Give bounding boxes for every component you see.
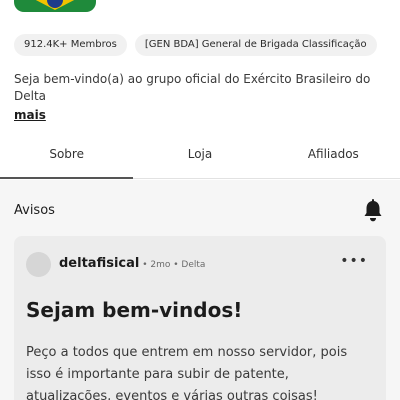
tab-sobre[interactable]: Sobre <box>0 138 134 179</box>
more-options-icon[interactable]: ••• <box>340 253 368 269</box>
announcement-card[interactable]: deltafisical • 2mo • Delta ••• Sejam bem… <box>14 236 386 400</box>
members-chip[interactable]: 912.4K+ Membros <box>14 34 127 56</box>
post-body: Peço a todos que entrem em nosso servido… <box>26 345 348 400</box>
tab-bar: Sobre Loja Afiliados <box>0 138 400 179</box>
avatar[interactable] <box>26 252 51 277</box>
rank-chip[interactable]: [GEN BDA] General de Brigada Classificaç… <box>134 34 377 56</box>
more-link[interactable]: mais <box>14 108 46 122</box>
group-avatar <box>14 0 96 12</box>
announcements-title: Avisos <box>14 203 55 218</box>
bell-icon[interactable] <box>362 199 384 223</box>
post-author-line: deltafisical • 2mo • Delta <box>59 256 205 271</box>
tab-loja[interactable]: Loja <box>133 138 266 178</box>
post-title: Sejam bem-vindos! <box>26 298 243 322</box>
author-name[interactable]: deltafisical <box>59 256 139 271</box>
tab-afiliados[interactable]: Afiliados <box>267 138 400 178</box>
post-meta: • 2mo • Delta <box>139 260 206 270</box>
group-chips: 912.4K+ Membros [GEN BDA] General de Bri… <box>14 34 377 56</box>
group-description: Seja bem-vindo(a) ao grupo oficial do Ex… <box>14 72 371 103</box>
